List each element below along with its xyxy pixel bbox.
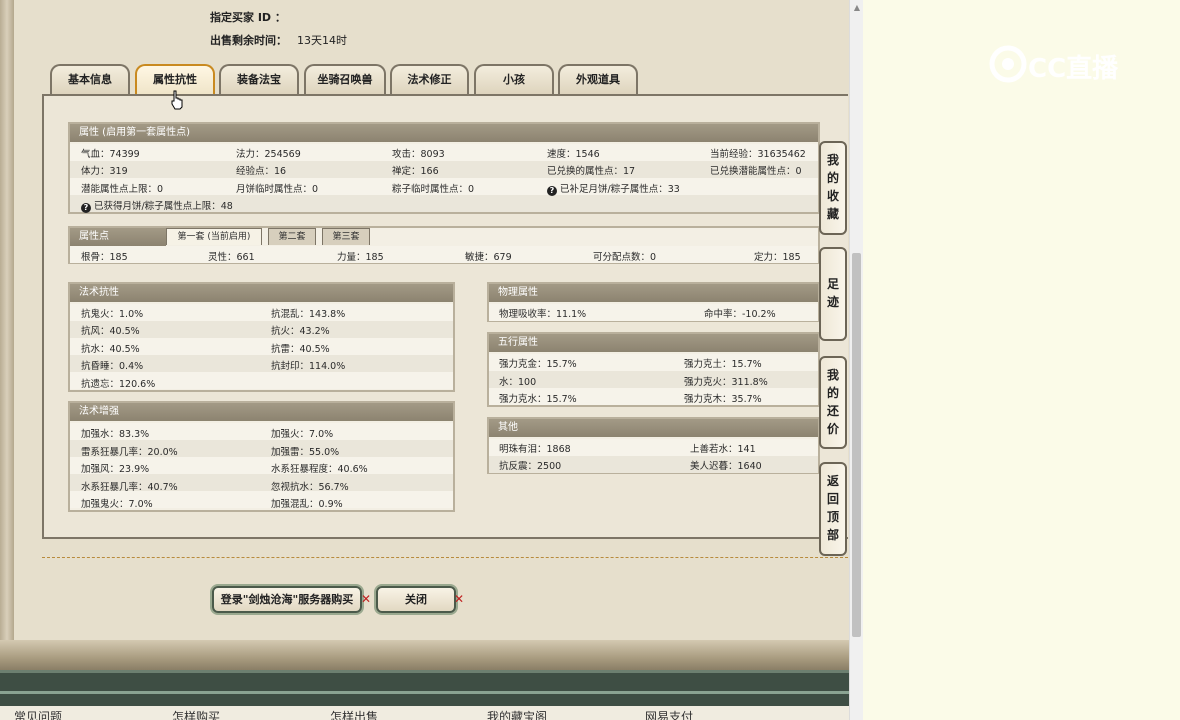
point-agility: 敏捷：679	[465, 252, 512, 263]
resist-sleep: 抗昏睡：0.4%	[81, 361, 144, 372]
close-button[interactable]: 关闭	[376, 586, 456, 613]
other-attributes-title: 其他	[489, 419, 818, 437]
attr-potential-limit: 潜能属性点上限：0	[81, 184, 164, 195]
attr-mp: 法力：254569	[236, 149, 301, 160]
attr-hp: 气血：74399	[81, 149, 140, 160]
scrollbar-thumb[interactable]	[852, 253, 861, 637]
point-spirit: 灵性：661	[208, 252, 255, 263]
help-icon[interactable]: ?	[547, 186, 557, 196]
attr-mooncake-temp: 月饼临时属性点：0	[236, 184, 319, 195]
attr-speed: 速度：1546	[547, 149, 600, 160]
other-water-virtue: 上善若水：141	[690, 444, 756, 455]
help-icon[interactable]: ?	[81, 203, 91, 213]
tab-mounts-summons[interactable]: 坐骑召唤兽	[304, 64, 386, 95]
attributes-panel-title: 属性 (启用第一套属性点)	[70, 124, 818, 142]
wuxing-vs-earth: 强力克土：15.7%	[684, 359, 762, 370]
subtab-set-3[interactable]: 第三套	[322, 228, 370, 245]
other-pearl-tears: 明珠有泪：1868	[499, 444, 571, 455]
resist-wind: 抗风：40.5%	[81, 326, 140, 337]
attr-filled-points: ? 已补足月饼/粽子属性点：33	[547, 181, 680, 196]
five-elements-title: 五行属性	[489, 334, 818, 352]
side-tab-back-to-top[interactable]: 返回顶部	[819, 462, 847, 556]
tab-spell-correction[interactable]: 法术修正	[390, 64, 469, 95]
attribute-points-title: 属性点	[70, 228, 166, 246]
left-frame-border	[0, 0, 14, 670]
page-scrollbar[interactable]: ▲	[849, 0, 863, 720]
attr-exchanged-points: 已兑换的属性点：17	[547, 166, 636, 177]
subtab-set-1[interactable]: 第一套 (当前启用)	[166, 228, 262, 245]
side-tab-my-offers[interactable]: 我的还价	[819, 356, 847, 449]
time-remaining-label: 出售剩余时间：	[210, 34, 287, 47]
attr-stamina: 体力：319	[81, 166, 128, 177]
other-beauty-dusk: 美人迟暮：1640	[690, 461, 762, 472]
enhance-thunder-crit-rate: 雷系狂暴几率：20.0%	[81, 447, 178, 458]
enhance-water: 加强水：83.3%	[81, 429, 150, 440]
footer-link-how-to-sell[interactable]: 怎样出售	[330, 708, 378, 720]
resist-forget: 抗遗忘：120.6%	[81, 379, 156, 390]
enhance-chaos: 加强混乱：0.9%	[271, 499, 343, 510]
time-remaining-value: 13天14时	[297, 34, 347, 47]
point-unassigned: 可分配点数：0	[593, 252, 657, 263]
phys-absorb: 物理吸收率：11.1%	[499, 309, 587, 320]
site-footer: 常见问题 怎样购买 怎样出售 我的藏宝阁 网易支付	[0, 670, 849, 720]
scroll-up-arrow-icon[interactable]: ▲	[850, 0, 864, 16]
watermark-text: CC直播	[1028, 54, 1119, 84]
attr-attack: 攻击：8093	[392, 149, 445, 160]
hand-cursor-icon	[171, 90, 183, 110]
attr-exp: 当前经验：31635462	[710, 149, 806, 160]
time-remaining-line: 出售剩余时间： 13天14时	[210, 32, 347, 48]
wuxing-water: 水：100	[499, 377, 537, 388]
buyer-id-line: 指定买家 ID ：	[210, 9, 286, 25]
enhance-wind: 加强风：23.9%	[81, 464, 150, 475]
resist-thunder: 抗雷：40.5%	[271, 344, 330, 355]
wuxing-vs-fire: 强力克火：311.8%	[684, 377, 768, 388]
resist-ghostfire: 抗鬼火：1.0%	[81, 309, 144, 320]
wuxing-vs-water: 强力克水：15.7%	[499, 394, 577, 405]
phys-hit-rate: 命中率：-10.2%	[704, 309, 776, 320]
wuxing-vs-wood: 强力克木：35.7%	[684, 394, 762, 405]
divider-line	[42, 557, 848, 558]
point-strength: 力量：185	[337, 252, 384, 263]
game-page: 指定买家 ID ： 出售剩余时间： 13天14时 基本信息 属性抗性 装备法宝 坐…	[0, 0, 849, 720]
enhance-water-crit-rate: 水系狂暴几率：40.7%	[81, 482, 178, 493]
point-endurance: 定力：185	[754, 252, 801, 263]
enhance-thunder: 加强雷：55.0%	[271, 447, 340, 458]
resist-chaos: 抗混乱：143.8%	[271, 309, 346, 320]
spell-enhancement-title: 法术增强	[70, 403, 453, 421]
decor-cross-icon: ✕	[454, 592, 465, 606]
footer-link-how-to-buy[interactable]: 怎样购买	[172, 708, 220, 720]
attr-exp-points: 经验点：16	[236, 166, 287, 177]
attr-zongzi-temp: 粽子临时属性点：0	[392, 184, 475, 195]
enhance-fire: 加强火：7.0%	[271, 429, 334, 440]
resist-seal: 抗封印：114.0%	[271, 361, 346, 372]
side-tab-footprints[interactable]: 足迹	[819, 247, 847, 341]
attr-exchanged-potential: 已兑换潜能属性点：0	[710, 166, 802, 177]
attr-obtained-limit: ? 已获得月饼/粽子属性点上限：48	[81, 198, 233, 213]
footer-link-my-treasure[interactable]: 我的藏宝阁	[487, 708, 547, 720]
decor-cross-icon: ✕	[361, 592, 372, 606]
subtab-set-2[interactable]: 第二套	[268, 228, 316, 245]
enhance-water-crit-degree: 水系狂暴程度：40.6%	[271, 464, 368, 475]
resist-water: 抗水：40.5%	[81, 344, 140, 355]
resist-fire: 抗火：43.2%	[271, 326, 330, 337]
footer-link-faq[interactable]: 常见问题	[14, 708, 62, 720]
tab-children[interactable]: 小孩	[474, 64, 554, 95]
enhance-ignore-water-resist: 忽视抗水：56.7%	[271, 482, 349, 493]
enhance-ghostfire: 加强鬼火：7.0%	[81, 499, 153, 510]
point-constitution: 根骨：185	[81, 252, 128, 263]
attr-meditation: 禅定：166	[392, 166, 439, 177]
tab-basic-info[interactable]: 基本信息	[50, 64, 130, 95]
bottom-frame-border	[0, 640, 849, 670]
wuxing-vs-metal: 强力克金：15.7%	[499, 359, 577, 370]
side-tab-my-favorites[interactable]: 我的收藏	[819, 141, 847, 235]
login-buy-button[interactable]: 登录"剑烛沧海"服务器购买	[212, 586, 362, 613]
footer-link-netease-pay[interactable]: 网易支付	[645, 708, 693, 720]
tab-equipment[interactable]: 装备法宝	[219, 64, 299, 95]
other-anti-reflect: 抗反震：2500	[499, 461, 562, 472]
buyer-id-label: 指定买家 ID ：	[210, 11, 286, 24]
tab-appearance-items[interactable]: 外观道具	[558, 64, 638, 95]
physical-attributes-title: 物理属性	[489, 284, 818, 302]
spell-resistance-title: 法术抗性	[70, 284, 453, 302]
